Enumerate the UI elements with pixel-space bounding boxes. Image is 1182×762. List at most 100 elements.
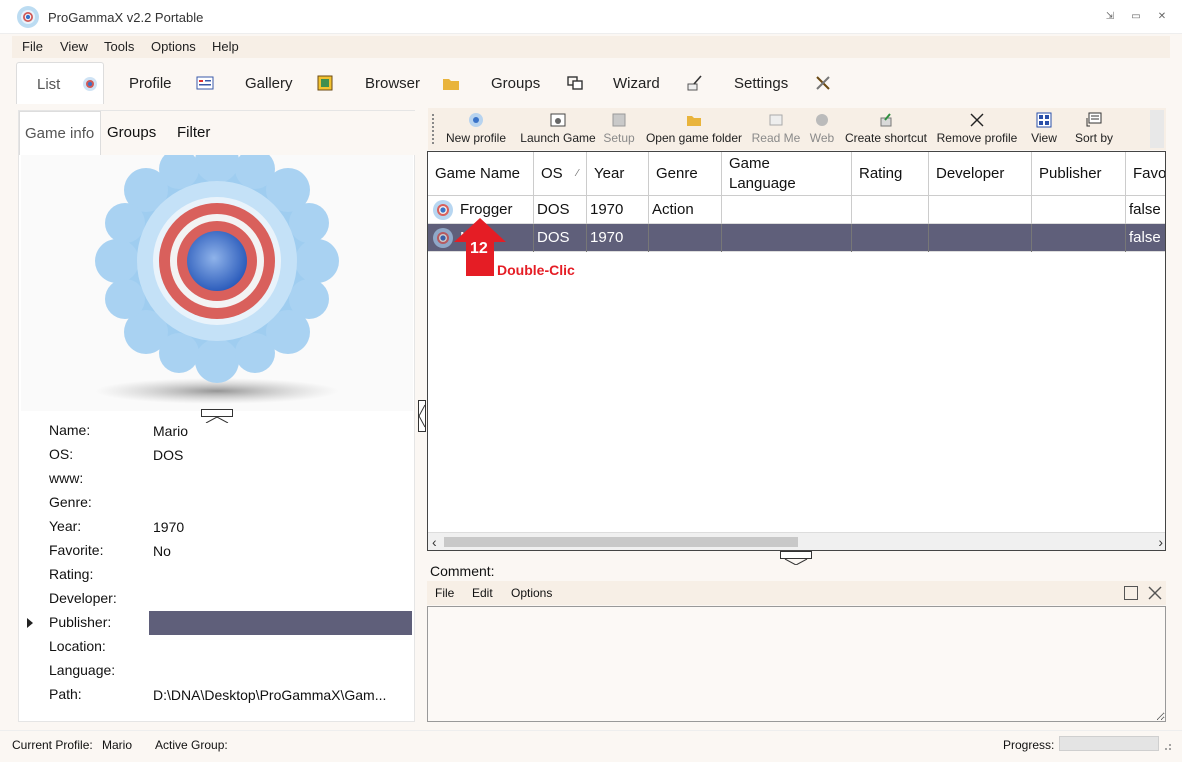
column-header-year[interactable]: Year (587, 152, 649, 196)
view-button[interactable]: View (1028, 112, 1060, 148)
info-row-os: OS: DOS (19, 443, 416, 467)
info-row-language: Language: (19, 659, 416, 683)
sort-by-button[interactable]: Sort by (1072, 112, 1116, 148)
main-tabs: List Profile Gallery Browser Groups Wiza… (12, 62, 1170, 104)
cell-year: 1970 (587, 224, 649, 252)
tab-groups[interactable]: Groups (480, 62, 590, 104)
setup-button[interactable]: Setup (602, 112, 636, 148)
create-shortcut-button[interactable]: Create shortcut (844, 112, 928, 148)
tab-wizard[interactable]: Wizard (602, 62, 712, 104)
toolbar-label: Web (809, 131, 835, 145)
column-header-os[interactable]: OS ⁄ (534, 152, 587, 196)
toolbar-label: Create shortcut (844, 131, 928, 145)
maximize-comment-icon[interactable] (1123, 585, 1139, 601)
subtab-groups[interactable]: Groups (107, 111, 171, 155)
column-label: Game Name (435, 165, 521, 182)
close-comment-icon[interactable] (1147, 585, 1163, 601)
open-game-folder-button[interactable]: Open game folder (644, 112, 744, 148)
new-profile-button[interactable]: New profile (444, 112, 508, 148)
info-key: Location: (49, 638, 106, 654)
profile-card-icon (196, 76, 214, 90)
info-row-www: www: (19, 467, 416, 491)
table-row[interactable]: Frogger DOS 1970 Action false (428, 196, 1165, 224)
scroll-right-icon[interactable]: › (1158, 533, 1163, 550)
comment-menu-options[interactable]: Options (511, 586, 552, 600)
remove-profile-button[interactable]: Remove profile (936, 112, 1018, 148)
info-row-publisher[interactable]: Publisher: (19, 611, 416, 635)
panel-splitter-handle[interactable] (418, 400, 426, 432)
table-row-selected[interactable]: Mario DOS 1970 false (428, 224, 1165, 252)
subtab-game-info[interactable]: Game info (19, 111, 101, 155)
progress-label: Progress: (1003, 738, 1055, 752)
maximize-icon[interactable]: ▭ (1126, 8, 1146, 26)
tab-gallery-label: Gallery (245, 75, 293, 92)
tab-list-label: List (37, 76, 61, 93)
menu-help[interactable]: Help (212, 39, 239, 54)
comment-textarea[interactable] (427, 606, 1166, 722)
left-subtabs: Game info Groups Filter (19, 111, 416, 155)
gear-logo-image (95, 139, 339, 404)
comment-menu-bar: File Edit Options (427, 581, 1166, 605)
toolbar-overflow-scroll[interactable] (1150, 110, 1164, 148)
info-row-favorite: Favorite: No (19, 539, 416, 563)
toolbar-label: Read Me (751, 131, 801, 145)
tab-profile[interactable]: Profile (116, 62, 226, 104)
comment-menu-edit[interactable]: Edit (472, 586, 493, 600)
menu-tools[interactable]: Tools (104, 39, 134, 54)
tab-list[interactable]: List (16, 62, 104, 104)
web-button[interactable]: Web (808, 112, 836, 148)
column-header-game-language[interactable]: Game Language (722, 152, 852, 196)
menu-view[interactable]: View (60, 39, 88, 54)
column-header-developer[interactable]: Developer (929, 152, 1032, 196)
scroll-left-icon[interactable]: ‹ (432, 533, 437, 550)
comment-menu-file[interactable]: File (435, 586, 454, 600)
preview-collapse-handle[interactable] (201, 409, 233, 424)
grid-collapse-handle[interactable] (780, 551, 812, 566)
grid-horizontal-scrollbar[interactable]: ‹ › (428, 532, 1165, 550)
info-key: Language: (49, 662, 116, 678)
cell-developer (929, 224, 1032, 252)
tab-browser[interactable]: Browser (354, 62, 466, 104)
close-icon[interactable]: ✕ (1152, 8, 1172, 26)
scroll-thumb[interactable] (444, 537, 798, 547)
info-row-path: Path: D:\DNA\Desktop\ProGammaX\Gam... (19, 683, 416, 707)
restore-down-icon[interactable]: ⇲ (1100, 8, 1120, 26)
column-header-genre[interactable]: Genre (649, 152, 722, 196)
column-header-game-name[interactable]: Game Name (428, 152, 534, 196)
game-gear-icon (433, 200, 453, 220)
column-label: Rating (859, 165, 903, 182)
column-header-rating[interactable]: Rating (852, 152, 929, 196)
selected-value-cell[interactable] (149, 611, 412, 635)
tab-groups-label: Groups (491, 75, 541, 92)
toolbar-label: New profile (445, 131, 507, 145)
tab-settings[interactable]: Settings (724, 62, 844, 104)
menu-bar: File View Tools Options Help (12, 36, 1170, 58)
toolbar-label: Launch Game (520, 131, 596, 145)
window-title: ProGammaX v2.2 Portable (48, 10, 204, 25)
info-value: 1970 (153, 519, 185, 535)
new-profile-icon (469, 113, 483, 127)
info-key: Year: (49, 518, 82, 534)
column-header-favorite[interactable]: Favor (1126, 152, 1165, 196)
cell-publisher (1032, 196, 1126, 224)
cell-favorite: false (1126, 196, 1165, 224)
collapse-left-icon (418, 404, 426, 428)
cell-publisher (1032, 224, 1126, 252)
launch-game-button[interactable]: Launch Game (520, 112, 596, 148)
info-key: Name: (49, 422, 91, 438)
row-pointer-icon (27, 618, 33, 628)
menu-file[interactable]: File (22, 39, 43, 54)
subtab-filter[interactable]: Filter (177, 111, 237, 155)
toolbar-grip[interactable] (432, 114, 434, 144)
column-header-publisher[interactable]: Publisher (1032, 152, 1126, 196)
info-row-rating: Rating: (19, 563, 416, 587)
cell-language (722, 224, 852, 252)
sort-icon (1086, 112, 1102, 127)
resize-grip-icon[interactable] (1162, 741, 1172, 751)
games-grid: Game Name OS ⁄ Year Genre Game Language R… (427, 151, 1166, 551)
web-icon (816, 114, 828, 126)
read-me-button[interactable]: Read Me (750, 112, 802, 148)
column-label: Genre (656, 165, 698, 182)
menu-options[interactable]: Options (151, 39, 196, 54)
tab-gallery[interactable]: Gallery (234, 62, 344, 104)
